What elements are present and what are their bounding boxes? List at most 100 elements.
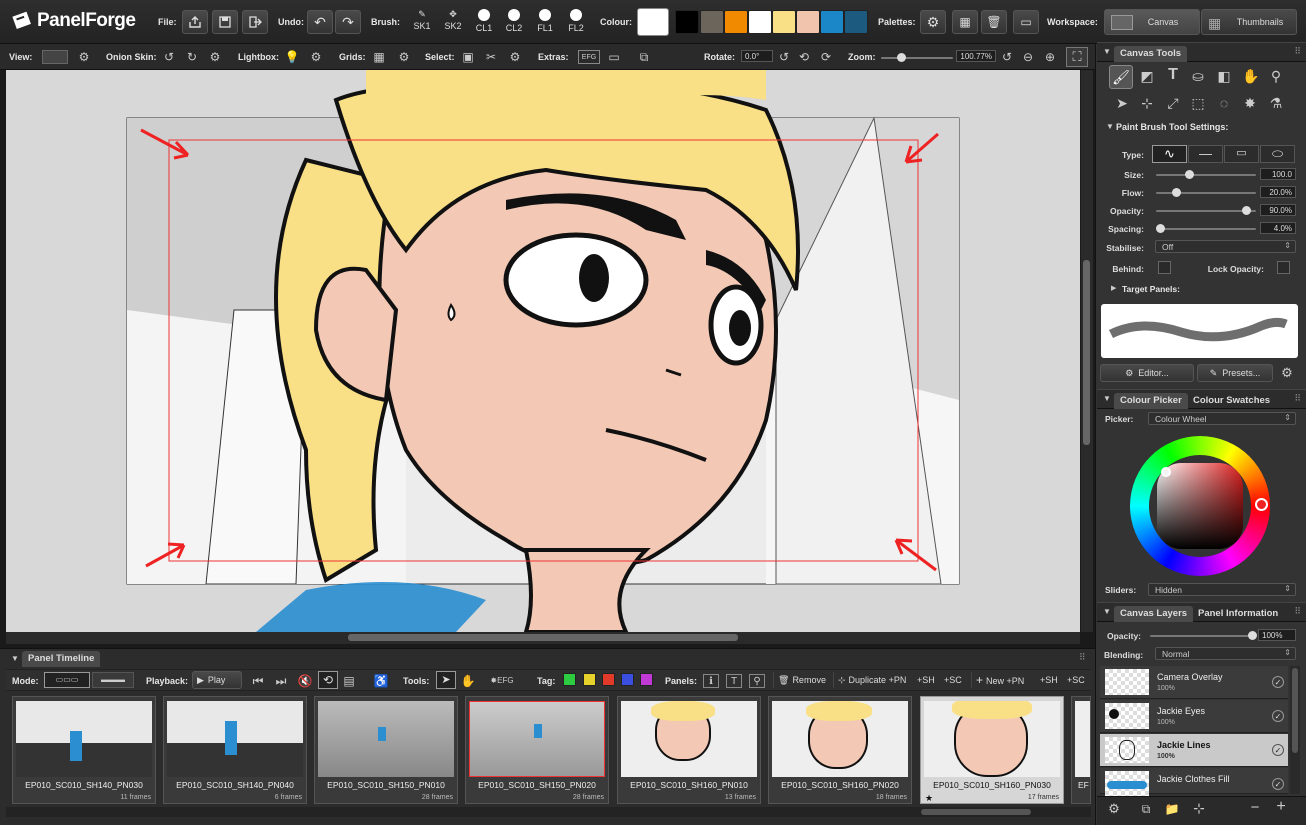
colour-wheel[interactable] [1130, 436, 1270, 576]
tag-green[interactable] [563, 673, 576, 686]
current-colour-swatch[interactable] [637, 8, 669, 36]
tag-blue[interactable] [621, 673, 634, 686]
picker-dropdown[interactable]: Colour Wheel [1148, 412, 1296, 425]
palette-delete-button[interactable]: 🗑 [981, 10, 1007, 34]
safe-area-icon[interactable]: ▭ [606, 50, 622, 64]
vertical-scroll-thumb[interactable] [1083, 260, 1090, 445]
panel-thumbnail[interactable]: EP010_SC010_SH160_PN010 13 frames [617, 696, 761, 804]
blending-dropdown[interactable]: Normal [1155, 647, 1296, 660]
visibility-check-icon[interactable]: ✓ [1272, 676, 1284, 688]
timeline-scrollbar[interactable] [6, 807, 1091, 817]
skip-back-icon[interactable]: ⏮ [250, 674, 266, 688]
timeline-scroll-thumb[interactable] [921, 809, 1031, 815]
brush-fl1[interactable]: FL1 [531, 7, 559, 39]
canvas-horizontal-scrollbar[interactable] [6, 632, 1080, 644]
tab-canvas-layers[interactable]: Canvas Layers [1114, 606, 1194, 622]
panel-grip-icon[interactable]: ⠿ [1294, 46, 1301, 57]
behind-checkbox[interactable] [1158, 261, 1171, 274]
undo-button[interactable]: ↶ [307, 10, 333, 34]
duplicate-layer-icon[interactable]: ⧉ [1138, 802, 1154, 816]
stroke-type-rect[interactable]: ▭ [1224, 145, 1259, 163]
panel-thumbnail-selected[interactable]: EP010_SC010_SH160_PN030 17 frames ★ [920, 696, 1064, 804]
grid-settings-gear-icon[interactable]: ⚙ [396, 50, 412, 64]
layer-opacity-slider[interactable] [1150, 631, 1257, 640]
panel-thumbnail[interactable]: EP010_SC010_SH150_PN010 28 frames [314, 696, 458, 804]
brush-editor-button[interactable]: ⚙ Editor... [1100, 364, 1194, 382]
layers-scrollbar[interactable] [1290, 666, 1300, 794]
layer-row[interactable]: Camera Overlay 100% ✓ [1100, 666, 1288, 699]
onion-next-icon[interactable]: ↻ [184, 50, 200, 64]
tab-canvas-tools[interactable]: Canvas Tools [1114, 46, 1188, 62]
panel-thumbnail[interactable]: EP010_SC010_SH140_PN030 11 frames [12, 696, 156, 804]
lasso-icon[interactable]: ◌ [1216, 96, 1232, 110]
transform-icon[interactable]: ⊹ [1139, 96, 1155, 110]
redo-button[interactable]: ↷ [335, 10, 361, 34]
palette-swatch[interactable] [675, 10, 699, 34]
spacing-value[interactable]: 4.0% [1260, 222, 1296, 234]
target-panels-label[interactable]: Target Panels: [1122, 284, 1180, 294]
hand-icon[interactable]: ✋ [1242, 69, 1259, 83]
palette-swatch[interactable] [772, 10, 796, 34]
fill-bucket-icon[interactable]: ⛀ [1190, 69, 1206, 83]
palette-swatch[interactable] [748, 10, 772, 34]
spacing-slider-knob[interactable] [1156, 224, 1165, 233]
layer-row-selected[interactable]: Jackie Lines 100% ✓ [1100, 734, 1288, 767]
skip-forward-icon[interactable]: ⏭ [273, 674, 289, 688]
opacity-slider[interactable] [1156, 206, 1256, 215]
rotate-value[interactable]: 0.0° [741, 50, 773, 62]
timeline-select-tool[interactable]: ➤ [436, 671, 456, 689]
layer-row[interactable]: Jackie Clothes Fill ✓ [1100, 768, 1288, 797]
select-settings-gear-icon[interactable]: ⚙ [507, 50, 523, 64]
grid-icon[interactable]: ▦ [371, 50, 387, 64]
palette-swatch[interactable] [820, 10, 844, 34]
flow-slider[interactable] [1156, 188, 1256, 197]
hue-cursor[interactable] [1255, 498, 1268, 511]
zoom-value[interactable]: 100.77% [956, 50, 996, 62]
brush-sk1[interactable]: ✎ SK1 [408, 7, 436, 39]
horizontal-scroll-thumb[interactable] [348, 634, 738, 641]
rotate-right-icon[interactable]: ⟳ [818, 50, 834, 64]
collapse-arrow-icon[interactable]: ▼ [1103, 394, 1111, 403]
play-button[interactable]: ▶ Play [192, 671, 242, 689]
zoom-in-icon[interactable]: ⊕ [1042, 50, 1058, 64]
opacity-value[interactable]: 90.0% [1260, 204, 1296, 216]
new-sh-button[interactable]: +SH [1040, 675, 1058, 685]
layers-scroll-thumb[interactable] [1292, 668, 1298, 753]
stroke-type-line[interactable]: — [1188, 145, 1223, 163]
tab-colour-picker[interactable]: Colour Picker [1114, 393, 1188, 409]
perspective-icon[interactable]: ⤢ [1165, 96, 1181, 110]
flow-slider-knob[interactable] [1172, 188, 1181, 197]
tab-panel-information[interactable]: Panel Information [1192, 606, 1284, 622]
canvas-vertical-scrollbar[interactable] [1081, 70, 1093, 632]
palette-panel-button[interactable]: ▭ [1013, 10, 1039, 34]
visibility-check-icon[interactable]: ✓ [1272, 710, 1284, 722]
layer-opacity-value[interactable]: 100% [1258, 629, 1296, 641]
palette-swatch[interactable] [724, 10, 748, 34]
collapse-arrow-icon[interactable]: ▼ [1103, 47, 1111, 56]
size-slider-knob[interactable] [1185, 170, 1194, 179]
magic-wand-icon[interactable]: ✸ [1242, 96, 1258, 110]
palette-swatch[interactable] [700, 10, 724, 34]
view-settings-gear-icon[interactable]: ⚙ [76, 50, 92, 64]
gradient-icon[interactable]: ◧ [1216, 69, 1232, 83]
onion-prev-icon[interactable]: ↺ [161, 50, 177, 64]
new-folder-icon[interactable]: 📁 [1164, 802, 1180, 816]
remove-panel-button[interactable]: 🗑 Remove [773, 672, 828, 688]
loop-button[interactable]: ⟲ [318, 671, 338, 689]
settings-collapse-icon[interactable]: ▼ [1106, 122, 1114, 131]
field-guide-icon[interactable]: EFG [578, 50, 600, 64]
stroke-type-ellipse[interactable]: ⬭ [1260, 145, 1295, 163]
fit-to-window-button[interactable]: ⛶ [1066, 47, 1088, 67]
panel-thumbnail[interactable]: EP010_SC010_SH160_PN020 18 frames [768, 696, 912, 804]
palette-settings-button[interactable]: ⚙ [920, 10, 946, 34]
paint-brush-tool[interactable]: 🖌 [1109, 65, 1133, 89]
timeline-hand-icon[interactable]: ✋ [460, 674, 476, 688]
mute-icon[interactable]: 🔇 [297, 674, 313, 688]
panel-info-icon[interactable]: ℹ [703, 674, 719, 688]
mode-grid-button[interactable]: ▬▬▬ [92, 672, 134, 688]
canvas-area[interactable] [6, 70, 1080, 632]
brush-sk2[interactable]: ✥ SK2 [439, 7, 467, 39]
panel-search-icon[interactable]: ⚲ [749, 674, 765, 688]
lightbox-settings-gear-icon[interactable]: ⚙ [308, 50, 324, 64]
size-value[interactable]: 100.0 [1260, 168, 1296, 180]
